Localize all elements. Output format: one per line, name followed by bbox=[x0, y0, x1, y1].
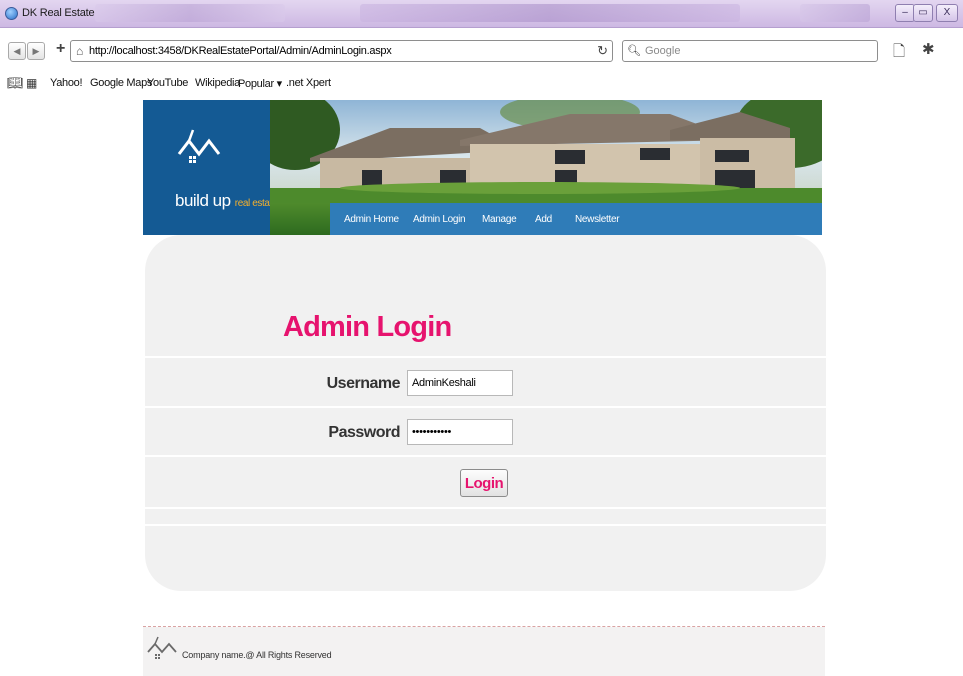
gear-icon[interactable]: ✱ bbox=[922, 40, 935, 58]
menu-admin-login[interactable]: Admin Login bbox=[413, 214, 466, 225]
house-logo-icon bbox=[177, 129, 221, 163]
bookmark-youtube[interactable]: YouTube bbox=[147, 77, 188, 89]
minimize-button[interactable]: – bbox=[895, 4, 915, 22]
menu-add[interactable]: Add bbox=[535, 214, 552, 225]
site-logo-panel[interactable]: build up real estate bbox=[143, 100, 277, 235]
new-tab-plus-icon[interactable]: + bbox=[56, 40, 65, 58]
title-bar: DK Real Estate – ▭ X bbox=[0, 0, 963, 28]
logo-text: build up real estate bbox=[175, 191, 277, 211]
search-placeholder: Google bbox=[645, 45, 681, 57]
row-divider bbox=[145, 356, 826, 358]
tab-title[interactable]: DK Real Estate bbox=[22, 7, 95, 19]
url-text[interactable]: http://localhost:3458/DKRealEstatePortal… bbox=[89, 45, 392, 57]
login-panel bbox=[145, 235, 826, 591]
search-icon: 🔍︎ bbox=[627, 45, 641, 57]
blurred-title-area bbox=[95, 4, 285, 22]
firefox-icon bbox=[5, 7, 18, 20]
menu-admin-home[interactable]: Admin Home bbox=[344, 214, 399, 225]
logo-main-text: build up bbox=[175, 191, 231, 210]
back-button[interactable]: ◀ bbox=[8, 42, 26, 60]
close-button[interactable]: X bbox=[936, 4, 958, 22]
reload-icon[interactable]: ↻ bbox=[597, 43, 608, 59]
bookmark-popular[interactable]: Popular ▾ bbox=[238, 77, 282, 90]
footer-copyright: Company name.@ All Rights Reserved bbox=[182, 650, 332, 660]
menu-newsletter[interactable]: Newsletter bbox=[575, 214, 620, 225]
header-grass-strip bbox=[270, 203, 330, 235]
footer-logo-icon bbox=[147, 636, 177, 659]
row-divider bbox=[145, 524, 826, 526]
bookmark-net-xpert[interactable]: .net Xpert bbox=[286, 77, 331, 89]
forward-button[interactable]: ▶ bbox=[27, 42, 45, 60]
login-heading: Admin Login bbox=[283, 311, 452, 343]
username-input[interactable] bbox=[407, 370, 513, 396]
address-bar[interactable]: ⌂ http://localhost:3458/DKRealEstatePort… bbox=[70, 40, 613, 62]
top-sites-grid-icon[interactable]: ▦ bbox=[26, 76, 37, 90]
login-button[interactable]: Login bbox=[460, 469, 508, 497]
bookmark-yahoo[interactable]: Yahoo! bbox=[50, 77, 83, 89]
blurred-title-area bbox=[800, 4, 870, 22]
menu-manage[interactable]: Manage bbox=[482, 214, 517, 225]
search-bar[interactable]: 🔍︎ Google bbox=[622, 40, 878, 62]
bookmark-wikipedia[interactable]: Wikipedia bbox=[195, 77, 240, 89]
house-illustration bbox=[270, 100, 822, 204]
password-input[interactable] bbox=[407, 419, 513, 445]
browser-window: DK Real Estate – ▭ X ◀ ▶ + ⌂ http://loca… bbox=[0, 0, 963, 676]
page-menu-icon[interactable]: 🗋 bbox=[893, 41, 905, 66]
bookmark-google-maps[interactable]: Google Maps bbox=[90, 77, 152, 89]
restore-button[interactable]: ▭ bbox=[913, 4, 933, 22]
header-house-photo bbox=[270, 100, 822, 204]
bookmarks-book-icon[interactable]: 📖︎ bbox=[7, 75, 24, 91]
password-label: Password bbox=[328, 424, 400, 441]
username-label: Username bbox=[326, 375, 401, 392]
row-divider bbox=[145, 406, 826, 408]
row-divider bbox=[145, 507, 826, 509]
blurred-title-area bbox=[360, 4, 740, 22]
row-divider bbox=[145, 455, 826, 457]
home-icon: ⌂ bbox=[76, 44, 84, 58]
